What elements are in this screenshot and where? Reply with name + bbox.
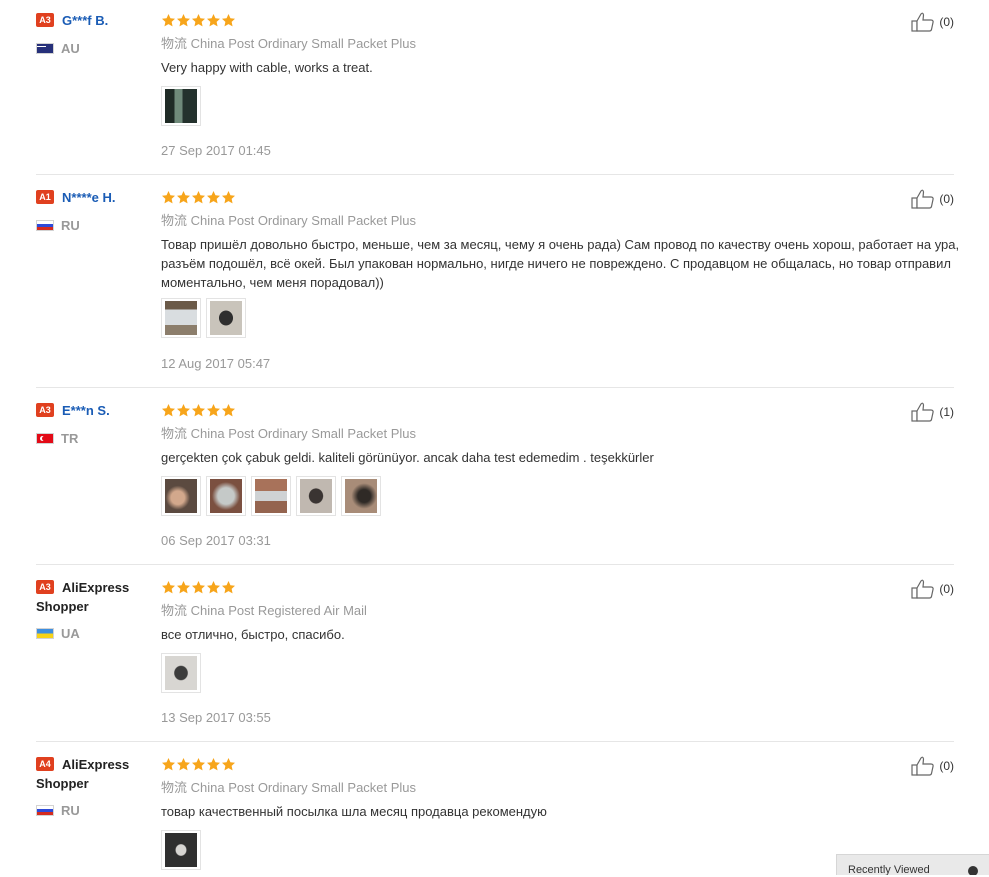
flag-icon (36, 433, 54, 444)
review-photos (161, 298, 251, 340)
country-code: UA (61, 626, 80, 641)
star-icon (192, 581, 205, 594)
review-date: 13 Sep 2017 03:55 (161, 710, 271, 725)
review-photos (161, 476, 386, 518)
review-photo-thumbnail[interactable] (161, 86, 201, 126)
shipping-method: 物流 China Post Ordinary Small Packet Plus (161, 426, 417, 441)
thumbs-up-icon (911, 756, 934, 776)
helpful-count: (0) (939, 582, 954, 596)
flag-icon (36, 220, 54, 231)
country-code: RU (61, 218, 80, 233)
star-icon (207, 404, 220, 417)
star-rating (161, 757, 236, 773)
star-icon (207, 758, 220, 771)
star-icon (222, 14, 235, 27)
shipping-method: 物流 China Post Ordinary Small Packet Plus (161, 36, 417, 51)
helpful-count: (0) (939, 759, 954, 773)
star-icon (192, 404, 205, 417)
thumbs-up-icon (911, 189, 934, 209)
flag-icon (36, 805, 54, 816)
review-date: 27 Sep 2017 01:45 (161, 143, 271, 158)
star-rating (161, 580, 236, 596)
review-photo-thumbnail[interactable] (206, 476, 246, 516)
review-photo-thumbnail[interactable] (341, 476, 381, 516)
star-icon (207, 581, 220, 594)
reviewer-name: AliExpress Shopper (36, 757, 130, 791)
buyer-level-badge: A1 (36, 190, 54, 204)
review-date: 12 Aug 2017 05:47 (161, 356, 271, 371)
star-rating (161, 190, 236, 206)
star-icon (222, 581, 235, 594)
review-photo-thumbnail[interactable] (161, 653, 201, 693)
review-photo-thumbnail[interactable] (296, 476, 336, 516)
star-rating (161, 403, 236, 419)
flag-icon (36, 628, 54, 639)
review-photo-thumbnail[interactable] (161, 298, 201, 338)
star-icon (177, 581, 190, 594)
review-text: товар качественный посылка шла месяц про… (161, 804, 547, 819)
review-photo-thumbnail[interactable] (206, 298, 246, 338)
review-item: A1 N****e H. RU 物流 China Post Ordinary S… (36, 188, 959, 388)
review-item: A3 AliExpress Shopper UA 物流 China Post R… (36, 579, 954, 742)
star-icon (162, 581, 175, 594)
reviewer-name[interactable]: G***f B. (62, 11, 162, 30)
helpful-button[interactable]: (0) (911, 579, 954, 599)
recently-viewed-label: Recently Viewed (848, 864, 930, 875)
review-item: A4 AliExpress Shopper RU 物流 China Post O… (36, 756, 954, 877)
thumbs-up-icon (911, 402, 934, 422)
recently-viewed-tab[interactable]: Recently Viewed (836, 854, 989, 875)
star-icon (177, 404, 190, 417)
helpful-button[interactable]: (0) (911, 12, 954, 32)
star-icon (162, 191, 175, 204)
review-date: 06 Sep 2017 03:31 (161, 533, 271, 548)
star-icon (162, 404, 175, 417)
helpful-count: (0) (939, 15, 954, 29)
review-text: все отлично, быстро, спасибо. (161, 627, 345, 642)
helpful-count: (0) (939, 192, 954, 206)
star-rating (161, 13, 236, 29)
star-icon (192, 191, 205, 204)
star-icon (177, 191, 190, 204)
reviewer-name: AliExpress Shopper (36, 580, 130, 614)
star-icon (177, 14, 190, 27)
country-code: AU (61, 41, 80, 56)
country-code: TR (61, 431, 79, 446)
star-icon (207, 191, 220, 204)
review-photos (161, 653, 206, 695)
review-photo-thumbnail[interactable] (161, 476, 201, 516)
reviewer-name[interactable]: N****e H. (62, 188, 162, 207)
buyer-level-badge: A3 (36, 403, 54, 417)
shipping-method: 物流 China Post Ordinary Small Packet Plus (161, 213, 417, 228)
review-text: Товар пришёл довольно быстро, меньше, че… (161, 237, 960, 290)
helpful-button[interactable]: (0) (911, 756, 954, 776)
review-photos (161, 86, 206, 128)
star-icon (177, 758, 190, 771)
helpful-count: (1) (939, 405, 954, 419)
review-item: A3 E***n S. TR 物流 China Post Ordinary Sm… (36, 401, 954, 565)
star-icon (207, 14, 220, 27)
star-icon (192, 14, 205, 27)
star-icon (222, 191, 235, 204)
reviewer-name[interactable]: E***n S. (62, 401, 162, 420)
buyer-level-badge: A3 (36, 13, 54, 27)
shipping-method: 物流 China Post Registered Air Mail (161, 603, 367, 618)
thumbs-up-icon (911, 579, 934, 599)
star-icon (162, 758, 175, 771)
thumbs-up-icon (911, 12, 934, 32)
review-item: A3 G***f B. AU 物流 China Post Ordinary Sm… (36, 11, 954, 175)
review-photo-thumbnail[interactable] (251, 476, 291, 516)
country-code: RU (61, 803, 80, 818)
helpful-button[interactable]: (0) (911, 189, 954, 209)
star-icon (222, 758, 235, 771)
flag-icon (36, 43, 54, 54)
star-icon (222, 404, 235, 417)
review-photos (161, 830, 206, 872)
star-icon (162, 14, 175, 27)
shipping-method: 物流 China Post Ordinary Small Packet Plus (161, 780, 417, 795)
review-photo-thumbnail[interactable] (161, 830, 201, 870)
review-text: gerçekten çok çabuk geldi. kaliteli görü… (161, 450, 654, 465)
star-icon (192, 758, 205, 771)
review-text: Very happy with cable, works a treat. (161, 60, 373, 75)
helpful-button[interactable]: (1) (911, 402, 954, 422)
